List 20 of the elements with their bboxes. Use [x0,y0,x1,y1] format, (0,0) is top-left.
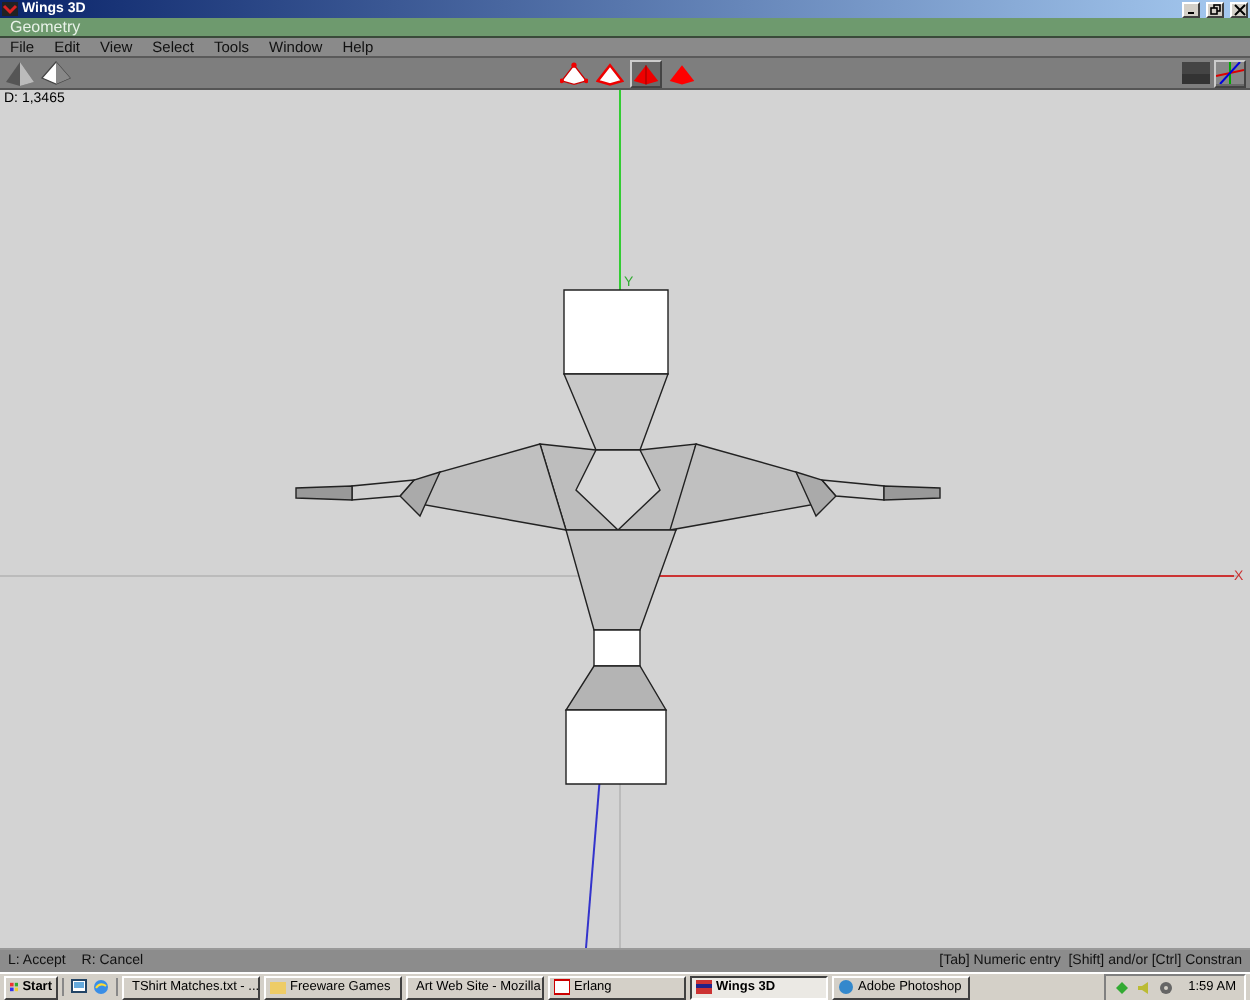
restore-button[interactable] [1206,1,1224,17]
vertex-mode-button[interactable] [557,59,589,87]
panel-title: Geometry [10,18,81,36]
pyramid-icon [559,60,587,86]
windows-logo [10,980,19,994]
pyramid-icon[interactable] [40,60,72,86]
minimize-button[interactable] [1182,1,1200,17]
app-icon [2,2,18,16]
edge-mode-button[interactable] [593,59,625,87]
face-mode-button[interactable] [629,59,661,87]
axes-button[interactable] [1214,59,1246,87]
app-icon [696,978,712,996]
desktop-icon[interactable] [70,978,88,996]
pyramid-icon [631,60,659,86]
pyramid-icon[interactable] [4,60,36,86]
app-icon [838,978,854,996]
close-button[interactable] [1230,1,1248,17]
close-icon [1233,3,1245,15]
restore-icon [1209,3,1221,15]
app-icon [270,978,286,996]
